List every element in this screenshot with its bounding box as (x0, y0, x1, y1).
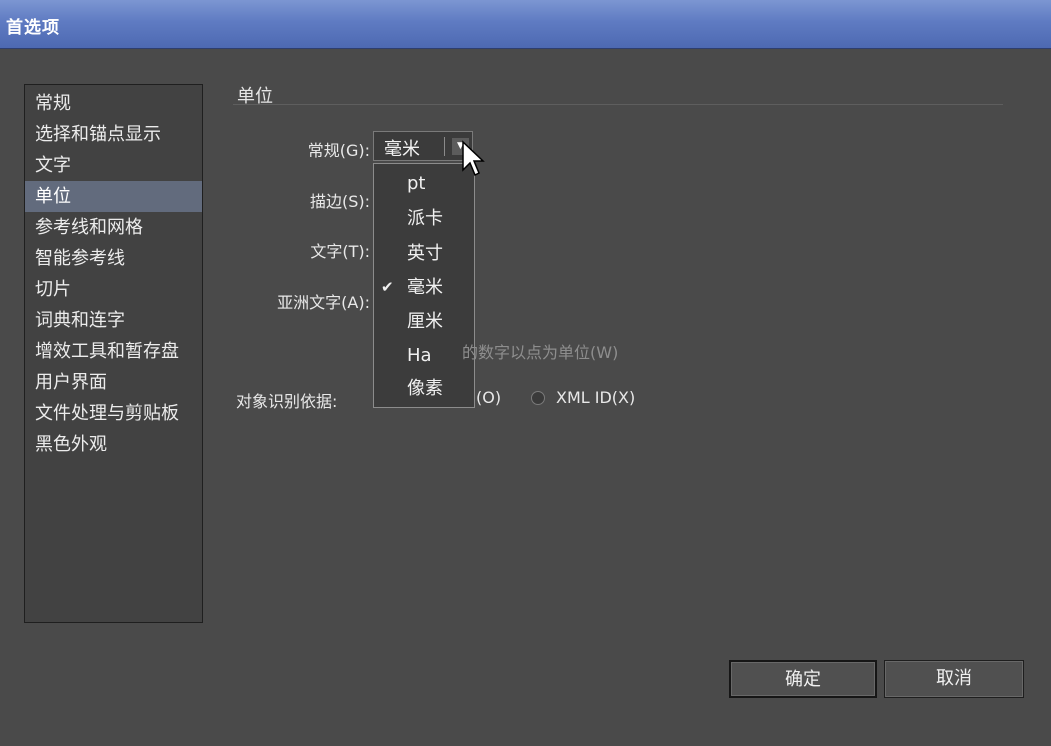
stroke-units-label: 描边(S): (309, 192, 370, 211)
sidebar-item-plugins-scratch-disks[interactable]: 增效工具和暂存盘 (25, 336, 202, 367)
xml-id-radio[interactable] (531, 391, 545, 405)
units-dropdown-menu: pt 派卡 英寸 ✔ 毫米 厘米 Ha 像素 (373, 163, 475, 408)
object-identification-label: 对象识别依据: (236, 392, 338, 411)
category-list: 常规 选择和锚点显示 文字 单位 参考线和网格 智能参考线 切片 词典和连字 增… (24, 84, 203, 623)
sidebar-item-selection-anchor-display[interactable]: 选择和锚点显示 (25, 119, 202, 150)
window-title: 首选项 (6, 18, 60, 38)
sidebar-item-guides-grid[interactable]: 参考线和网格 (25, 212, 202, 243)
title-bar: 首选项 (0, 0, 1051, 49)
sidebar-item-general[interactable]: 常规 (25, 88, 202, 119)
type-units-label: 文字(T): (310, 242, 370, 261)
asian-type-units-label: 亚洲文字(A): (277, 293, 370, 312)
dropdown-option-pixels[interactable]: 像素 (374, 371, 474, 406)
dropdown-option-millimeters[interactable]: ✔ 毫米 (374, 270, 474, 305)
dropdown-option-centimeters[interactable]: 厘米 (374, 304, 474, 339)
numbers-in-points-option[interactable]: 的数字以点为单位(W) (462, 339, 618, 363)
dropdown-option-pt[interactable]: pt (374, 166, 474, 201)
mouse-pointer-icon (462, 140, 485, 177)
sidebar-item-user-interface[interactable]: 用户界面 (25, 367, 202, 398)
ok-button[interactable]: 确定 (729, 660, 877, 698)
sidebar-item-smart-guides[interactable]: 智能参考线 (25, 243, 202, 274)
sidebar-item-file-handling-clipboard[interactable]: 文件处理与剪贴板 (25, 398, 202, 429)
xml-id-radio-label[interactable]: XML ID(X) (556, 388, 635, 407)
sidebar-item-type[interactable]: 文字 (25, 150, 202, 181)
dropdown-option-ha[interactable]: Ha (374, 338, 474, 373)
dropdown-option-picas[interactable]: 派卡 (374, 201, 474, 236)
object-name-radio-label[interactable]: (O) (476, 388, 501, 407)
check-icon: ✔ (381, 278, 394, 296)
sidebar-item-units[interactable]: 单位 (25, 181, 202, 212)
cancel-button[interactable]: 取消 (884, 660, 1024, 698)
sidebar-item-slices[interactable]: 切片 (25, 274, 202, 305)
dropdown-option-inches[interactable]: 英寸 (374, 236, 474, 271)
select-divider (444, 137, 445, 156)
sidebar-item-appearance-of-black[interactable]: 黑色外观 (25, 429, 202, 460)
section-divider (233, 104, 1003, 105)
sidebar-item-hyphenation[interactable]: 词典和连字 (25, 305, 202, 336)
general-units-label: 常规(G): (307, 141, 370, 160)
general-units-value: 毫米 (384, 139, 420, 160)
general-units-select[interactable]: 毫米 ▼ (373, 131, 473, 161)
